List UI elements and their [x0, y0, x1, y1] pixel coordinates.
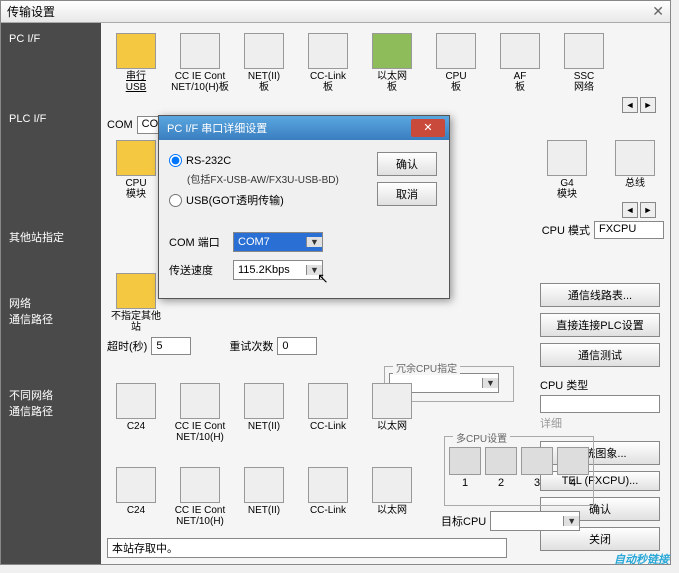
sidebar-item-diffnet[interactable]: 不同网络 通信路径	[1, 377, 101, 429]
device-icon	[116, 140, 156, 176]
device-icon	[615, 140, 655, 176]
icon-g4[interactable]: G4 模块	[538, 140, 596, 200]
retry-label: 重试次数	[229, 338, 273, 354]
com-port-combo[interactable]: COM7 ▼	[233, 232, 323, 252]
dialog-cancel-button[interactable]: 取消	[377, 182, 437, 206]
status-bar: 本站存取中。	[107, 538, 507, 558]
speed-combo[interactable]: 115.2Kbps ▼	[233, 260, 323, 280]
close-icon[interactable]: ✕	[652, 3, 664, 20]
device-icon	[436, 33, 476, 69]
icon-ethernet[interactable]: 以太网 板	[363, 33, 421, 93]
cursor-icon: ↖	[317, 270, 329, 287]
icon-cclink3[interactable]: CC-Link	[299, 467, 357, 516]
icon-ccie3[interactable]: CC IE Cont NET/10(H)	[171, 467, 229, 527]
device-icon	[372, 383, 412, 419]
icon-cclink2[interactable]: CC-Link	[299, 383, 357, 432]
icon-bus[interactable]: 总线	[606, 140, 664, 189]
scroll-left-icon[interactable]: ◄	[622, 97, 638, 113]
target-cpu-label: 目标CPU	[441, 513, 486, 529]
scroll-left-icon[interactable]: ◄	[622, 202, 638, 218]
timeout-input[interactable]	[151, 337, 191, 355]
dialog-title: PC I/F 串口详细设置	[167, 120, 267, 136]
timeout-label: 超时(秒)	[107, 338, 147, 354]
direct-plc-button[interactable]: 直接连接PLC设置	[540, 313, 660, 337]
icon-c24b[interactable]: C24	[107, 467, 165, 516]
device-icon	[244, 33, 284, 69]
sidebar: PC I/F PLC I/F 其他站指定 网络 通信路径 不同网络 通信路径	[1, 23, 101, 564]
scroll-right-icon[interactable]: ►	[640, 97, 656, 113]
speed-label: 传送速度	[169, 262, 225, 278]
icon-ccie2[interactable]: CC IE Cont NET/10(H)	[171, 383, 229, 443]
multicpu-fieldset: 多CPU设置 1 2 3 4	[444, 436, 594, 506]
device-icon	[564, 33, 604, 69]
radio-rs232-input[interactable]	[169, 154, 182, 167]
sidebar-item-plcif[interactable]: PLC I/F	[1, 103, 101, 135]
comm-test-button[interactable]: 通信测试	[540, 343, 660, 367]
radio-usb-input[interactable]	[169, 194, 182, 207]
device-icon	[308, 467, 348, 503]
icon-af[interactable]: AF 板	[491, 33, 549, 93]
icon-cpu-module[interactable]: CPU 模块	[107, 140, 165, 200]
icon-netii[interactable]: NET(II) 板	[235, 33, 293, 93]
icon-serial-usb[interactable]: 串行 USB	[107, 33, 165, 93]
cpu-slot[interactable]	[449, 447, 481, 475]
device-icon	[372, 467, 412, 503]
device-icon	[308, 33, 348, 69]
device-icon	[116, 467, 156, 503]
redundant-label: 冗余CPU指定	[393, 360, 460, 375]
dialog-title-bar[interactable]: PC I/F 串口详细设置 ✕	[159, 116, 449, 140]
device-icon	[244, 467, 284, 503]
device-icon	[372, 33, 412, 69]
device-icon	[308, 383, 348, 419]
cpu-type-label: CPU 类型	[540, 377, 660, 393]
detail-label: 详细	[540, 415, 660, 431]
sidebar-item-pcif[interactable]: PC I/F	[1, 23, 101, 55]
icon-c24[interactable]: C24	[107, 383, 165, 432]
chevron-down-icon: ▼	[306, 237, 322, 247]
cpu-slot[interactable]	[485, 447, 517, 475]
cpu-slot[interactable]	[521, 447, 553, 475]
icon-netii2[interactable]: NET(II)	[235, 383, 293, 432]
scroll-right-icon[interactable]: ►	[640, 202, 656, 218]
icon-cpu[interactable]: CPU 板	[427, 33, 485, 93]
device-icon	[116, 33, 156, 69]
device-icon	[116, 383, 156, 419]
icon-ccie[interactable]: CC IE Cont NET/10(H)板	[171, 33, 229, 93]
device-icon	[180, 467, 220, 503]
device-icon	[500, 33, 540, 69]
sidebar-item-netpath[interactable]: 网络 通信路径	[1, 285, 101, 337]
multicpu-label: 多CPU设置	[453, 430, 510, 445]
device-icon	[116, 273, 156, 309]
com-port-label: COM 端口	[169, 234, 225, 250]
dialog-ok-button[interactable]: 确认	[377, 152, 437, 176]
cpu-type-input[interactable]	[540, 395, 660, 413]
cpu-mode-label: CPU 模式	[542, 222, 590, 238]
window-title: 传输设置	[7, 3, 55, 20]
device-icon	[547, 140, 587, 176]
comm-route-button[interactable]: 通信线路表...	[540, 283, 660, 307]
sidebar-item-other[interactable]: 其他站指定	[1, 219, 101, 255]
icon-eth3[interactable]: 以太网	[363, 467, 421, 516]
icon-eth2[interactable]: 以太网	[363, 383, 421, 432]
target-cpu-combo[interactable]: ▼	[490, 511, 580, 531]
pcif-icon-row: 串行 USB CC IE Cont NET/10(H)板 NET(II) 板 C…	[107, 33, 664, 93]
dialog-close-icon[interactable]: ✕	[411, 119, 445, 137]
chevron-down-icon: ▼	[563, 516, 579, 526]
icon-cclink[interactable]: CC-Link 板	[299, 33, 357, 93]
serial-detail-dialog: PC I/F 串口详细设置 ✕ RS-232C (包括FX-USB-AW/FX3…	[158, 115, 450, 299]
device-icon	[180, 383, 220, 419]
icon-ssc[interactable]: SSC 网络	[555, 33, 613, 93]
cpu-mode-value: FXCPU	[594, 221, 664, 239]
device-icon	[180, 33, 220, 69]
device-icon	[244, 383, 284, 419]
icon-no-other[interactable]: 不指定其他站	[107, 273, 165, 333]
retry-input[interactable]	[277, 337, 317, 355]
cpu-slot[interactable]	[557, 447, 589, 475]
com-label: COM	[107, 119, 133, 131]
icon-netii3[interactable]: NET(II)	[235, 467, 293, 516]
title-bar: 传输设置 ✕	[1, 1, 670, 23]
